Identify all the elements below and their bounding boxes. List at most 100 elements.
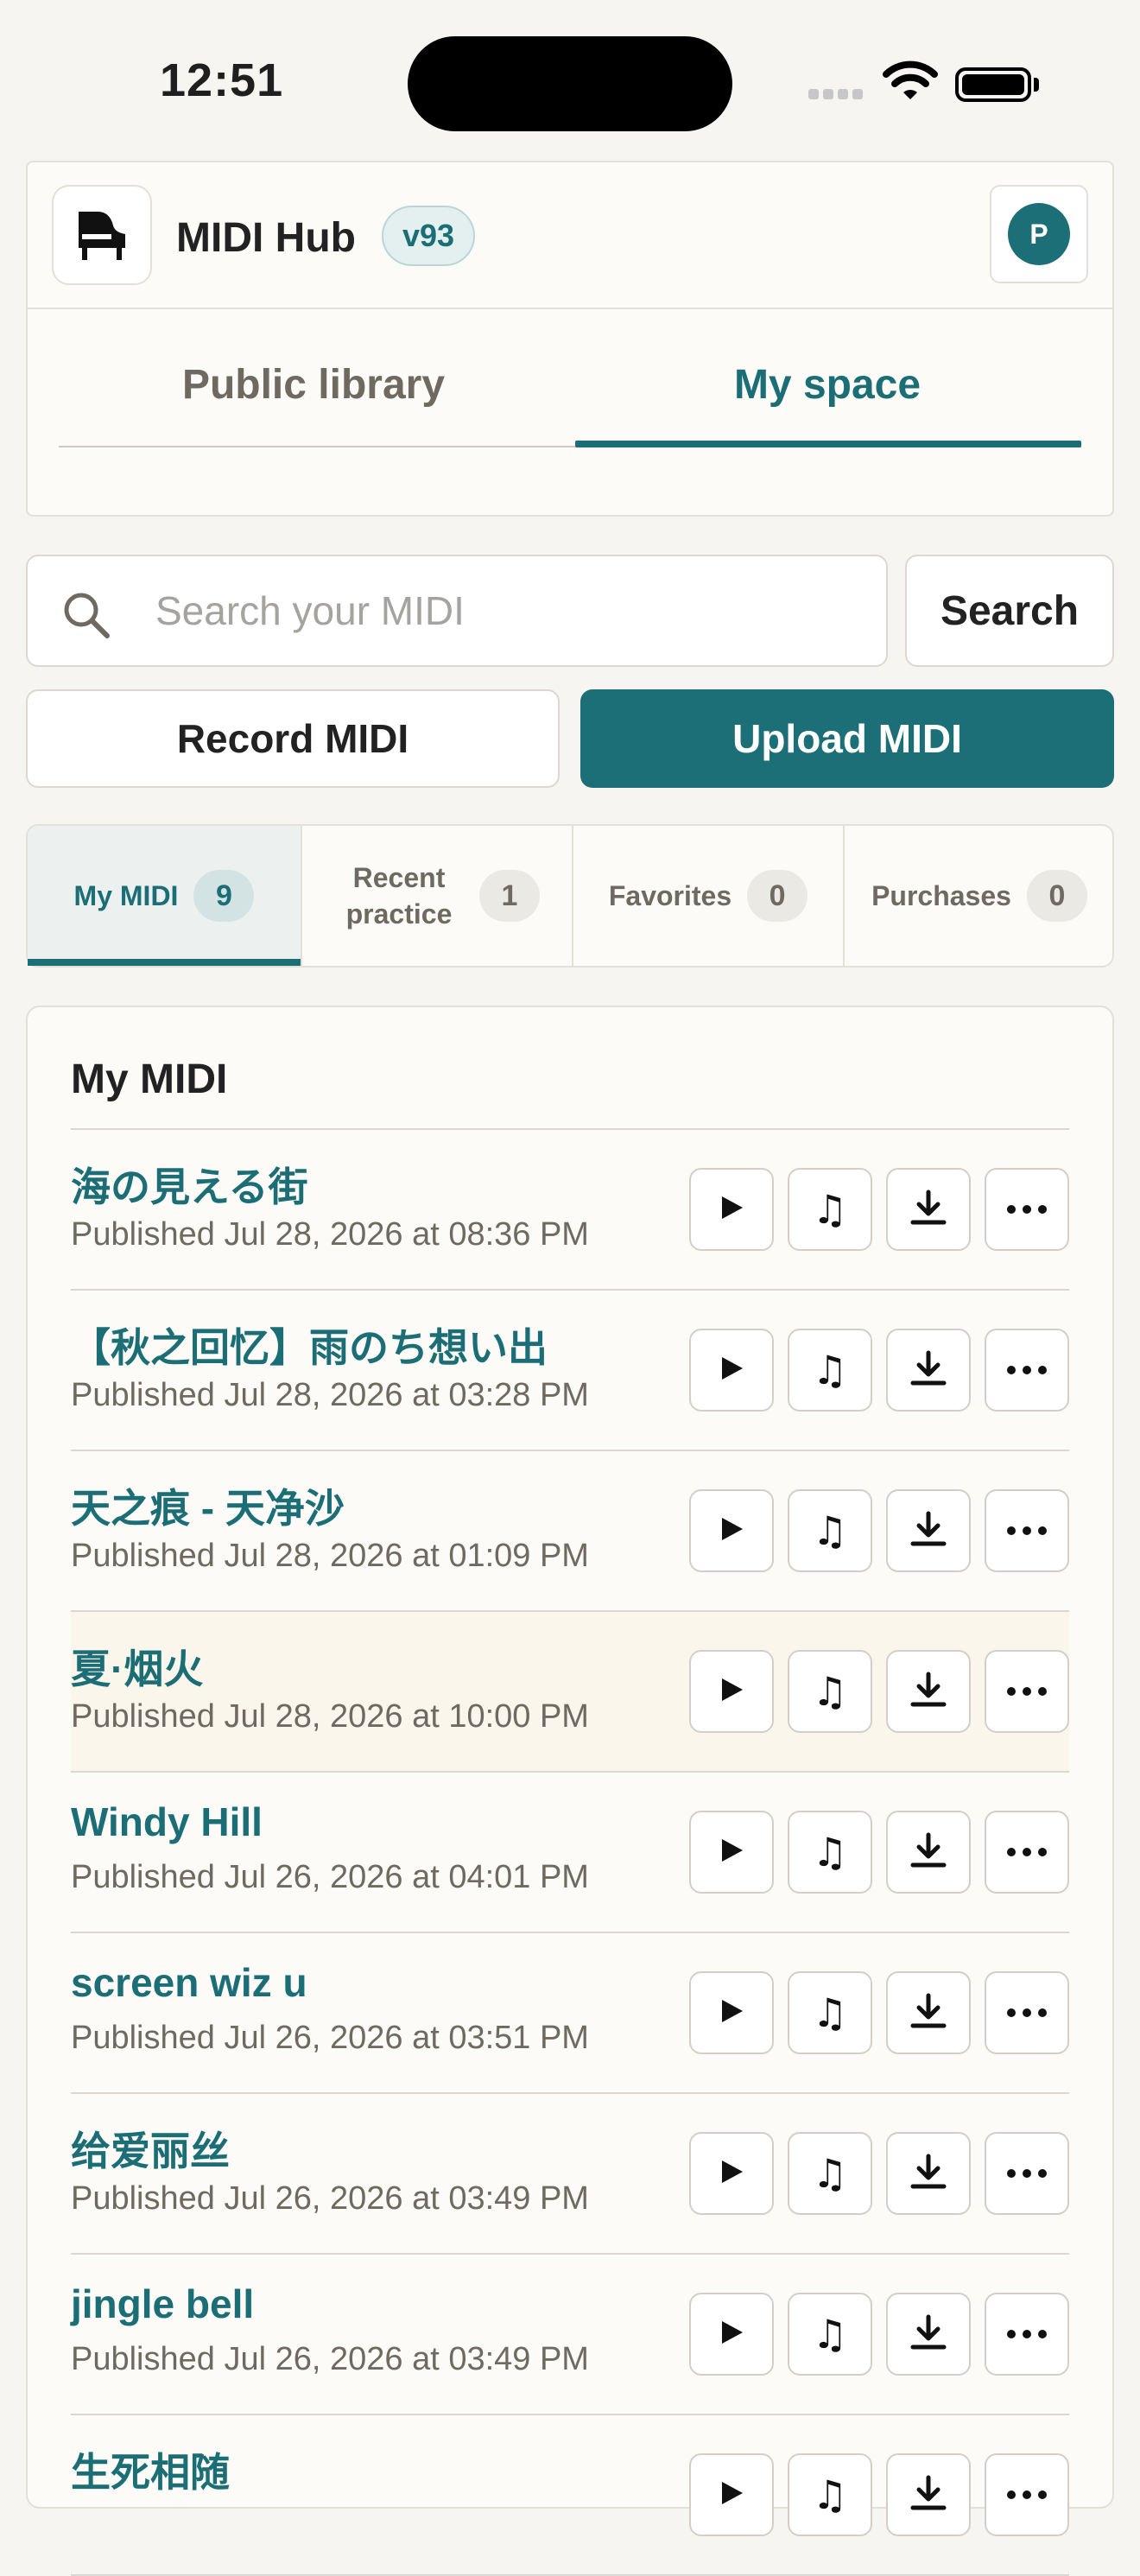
list-item[interactable]: 天之痕 - 天净沙 Published Jul 28, 2026 at 01:09…	[71, 1451, 1069, 1612]
list-item[interactable]: 夏·烟火 Published Jul 28, 2026 at 10:00 PM ♫	[71, 1612, 1069, 1773]
subtab-label: Purchases	[871, 879, 1011, 911]
play-button[interactable]	[689, 1329, 774, 1412]
play-button[interactable]	[689, 1811, 774, 1894]
search-button[interactable]: Search	[905, 555, 1114, 667]
record-midi-button[interactable]: Record MIDI	[26, 689, 560, 788]
play-button[interactable]	[689, 1168, 774, 1251]
midi-title[interactable]: Windy Hill	[71, 1799, 263, 1845]
subtab-label: Favorites	[608, 879, 732, 911]
music-note-icon: ♫	[812, 1668, 848, 1715]
download-button[interactable]	[886, 1971, 971, 2054]
subtab-purchases[interactable]: Purchases 0	[845, 826, 1112, 966]
subtab-count: 0	[1026, 870, 1087, 922]
sheet-music-button[interactable]: ♫	[788, 1811, 872, 1894]
subtab-count: 9	[193, 870, 255, 922]
download-icon	[909, 2313, 947, 2356]
publish-date: Published Jul 28, 2026 at 03:28 PM	[71, 1377, 589, 1413]
play-button[interactable]	[689, 1489, 774, 1572]
midi-title[interactable]: jingle bell	[71, 2281, 254, 2327]
more-button[interactable]	[985, 2132, 1069, 2215]
sheet-music-button[interactable]: ♫	[788, 1168, 872, 1251]
list-item[interactable]: 海の見える街 Published Jul 28, 2026 at 08:36 PM…	[71, 1130, 1069, 1291]
list-item[interactable]: 给爱丽丝 Published Jul 26, 2026 at 03:49 PM ♫	[71, 2094, 1069, 2255]
subtab-count: 1	[479, 870, 540, 922]
play-icon	[717, 1514, 746, 1548]
play-button[interactable]	[689, 2453, 774, 2536]
sheet-music-button[interactable]: ♫	[788, 1329, 872, 1412]
subtab-my-midi[interactable]: My MIDI 9	[28, 826, 301, 966]
search-input[interactable]	[155, 581, 864, 641]
subtab-favorites[interactable]: Favorites 0	[573, 826, 843, 966]
publish-date: Published Jul 26, 2026 at 03:49 PM	[71, 2180, 589, 2217]
active-tab-indicator	[575, 441, 1081, 447]
active-subtab-indicator	[28, 959, 301, 966]
more-button[interactable]	[985, 1650, 1069, 1733]
more-button[interactable]	[985, 2453, 1069, 2536]
download-button[interactable]	[886, 2132, 971, 2215]
more-button[interactable]	[985, 1811, 1069, 1894]
publish-date: Published Jul 26, 2026 at 03:49 PM	[71, 2341, 589, 2377]
download-icon	[909, 1510, 947, 1552]
play-icon	[717, 1193, 746, 1227]
app-title: MIDI Hub	[176, 215, 356, 261]
midi-title[interactable]: 夏·烟火	[71, 1638, 203, 1695]
battery-tip	[1034, 78, 1039, 92]
download-button[interactable]	[886, 1811, 971, 1894]
more-icon	[1007, 2330, 1047, 2338]
list-item[interactable]: screen wiz u Published Jul 26, 2026 at 03…	[71, 1933, 1069, 2094]
midi-title[interactable]: 天之痕 - 天净沙	[71, 1477, 345, 1534]
dynamic-island	[408, 36, 732, 131]
subtab-recent-practice[interactable]: Recent practice 1	[302, 826, 572, 966]
list-item[interactable]: Windy Hill Published Jul 26, 2026 at 04:0…	[71, 1773, 1069, 1933]
download-button[interactable]	[886, 1489, 971, 1572]
sheet-music-button[interactable]: ♫	[788, 1971, 872, 2054]
play-button[interactable]	[689, 2293, 774, 2376]
sheet-music-button[interactable]: ♫	[788, 2293, 872, 2376]
publish-date: Published Jul 26, 2026 at 03:51 PM	[71, 2020, 589, 2056]
upload-midi-button[interactable]: Upload MIDI	[580, 689, 1114, 788]
list-item[interactable]: jingle bell Published Jul 26, 2026 at 03:…	[71, 2255, 1069, 2415]
more-button[interactable]	[985, 1489, 1069, 1572]
list-item[interactable]: 【秋之回忆】雨のち想い出 Published Jul 28, 2026 at 03…	[71, 1291, 1069, 1451]
more-icon	[1007, 1366, 1047, 1374]
midi-title[interactable]: screen wiz u	[71, 1959, 307, 2006]
play-icon	[717, 2478, 746, 2512]
app-logo	[52, 185, 152, 285]
download-icon	[909, 2153, 947, 2195]
search-icon	[60, 589, 112, 645]
download-button[interactable]	[886, 2453, 971, 2536]
wifi-icon	[883, 60, 938, 106]
more-icon	[1007, 1205, 1047, 1214]
play-button[interactable]	[689, 2132, 774, 2215]
download-button[interactable]	[886, 1168, 971, 1251]
list-item[interactable]: 生死相随 ♫	[71, 2415, 1069, 2576]
play-icon	[717, 1354, 746, 1387]
music-note-icon: ♫	[812, 2471, 848, 2518]
grand-piano-icon	[72, 203, 132, 268]
tab-public-library[interactable]: Public library	[59, 361, 568, 409]
more-button[interactable]	[985, 1971, 1069, 2054]
sheet-music-button[interactable]: ♫	[788, 1489, 872, 1572]
download-button[interactable]	[886, 1650, 971, 1733]
sheet-music-button[interactable]: ♫	[788, 1650, 872, 1733]
more-button[interactable]	[985, 2293, 1069, 2376]
subtab-label: My MIDI	[73, 879, 179, 911]
more-icon	[1007, 2169, 1047, 2178]
more-button[interactable]	[985, 1168, 1069, 1251]
midi-title[interactable]: 生死相随	[71, 2441, 230, 2498]
midi-title[interactable]: 海の見える街	[71, 1156, 308, 1213]
midi-title[interactable]: 给爱丽丝	[71, 2120, 230, 2177]
tab-my-space[interactable]: My space	[575, 361, 1080, 409]
play-button[interactable]	[689, 1971, 774, 2054]
sheet-music-button[interactable]: ♫	[788, 2453, 872, 2536]
download-icon	[909, 1671, 947, 1713]
midi-title[interactable]: 【秋之回忆】雨のち想い出	[71, 1317, 548, 1374]
sheet-music-button[interactable]: ♫	[788, 2132, 872, 2215]
download-button[interactable]	[886, 2293, 971, 2376]
play-button[interactable]	[689, 1650, 774, 1733]
music-note-icon: ♫	[812, 1989, 848, 2036]
avatar: P	[1008, 203, 1070, 265]
more-button[interactable]	[985, 1329, 1069, 1412]
profile-button[interactable]: P	[990, 185, 1088, 283]
download-button[interactable]	[886, 1329, 971, 1412]
